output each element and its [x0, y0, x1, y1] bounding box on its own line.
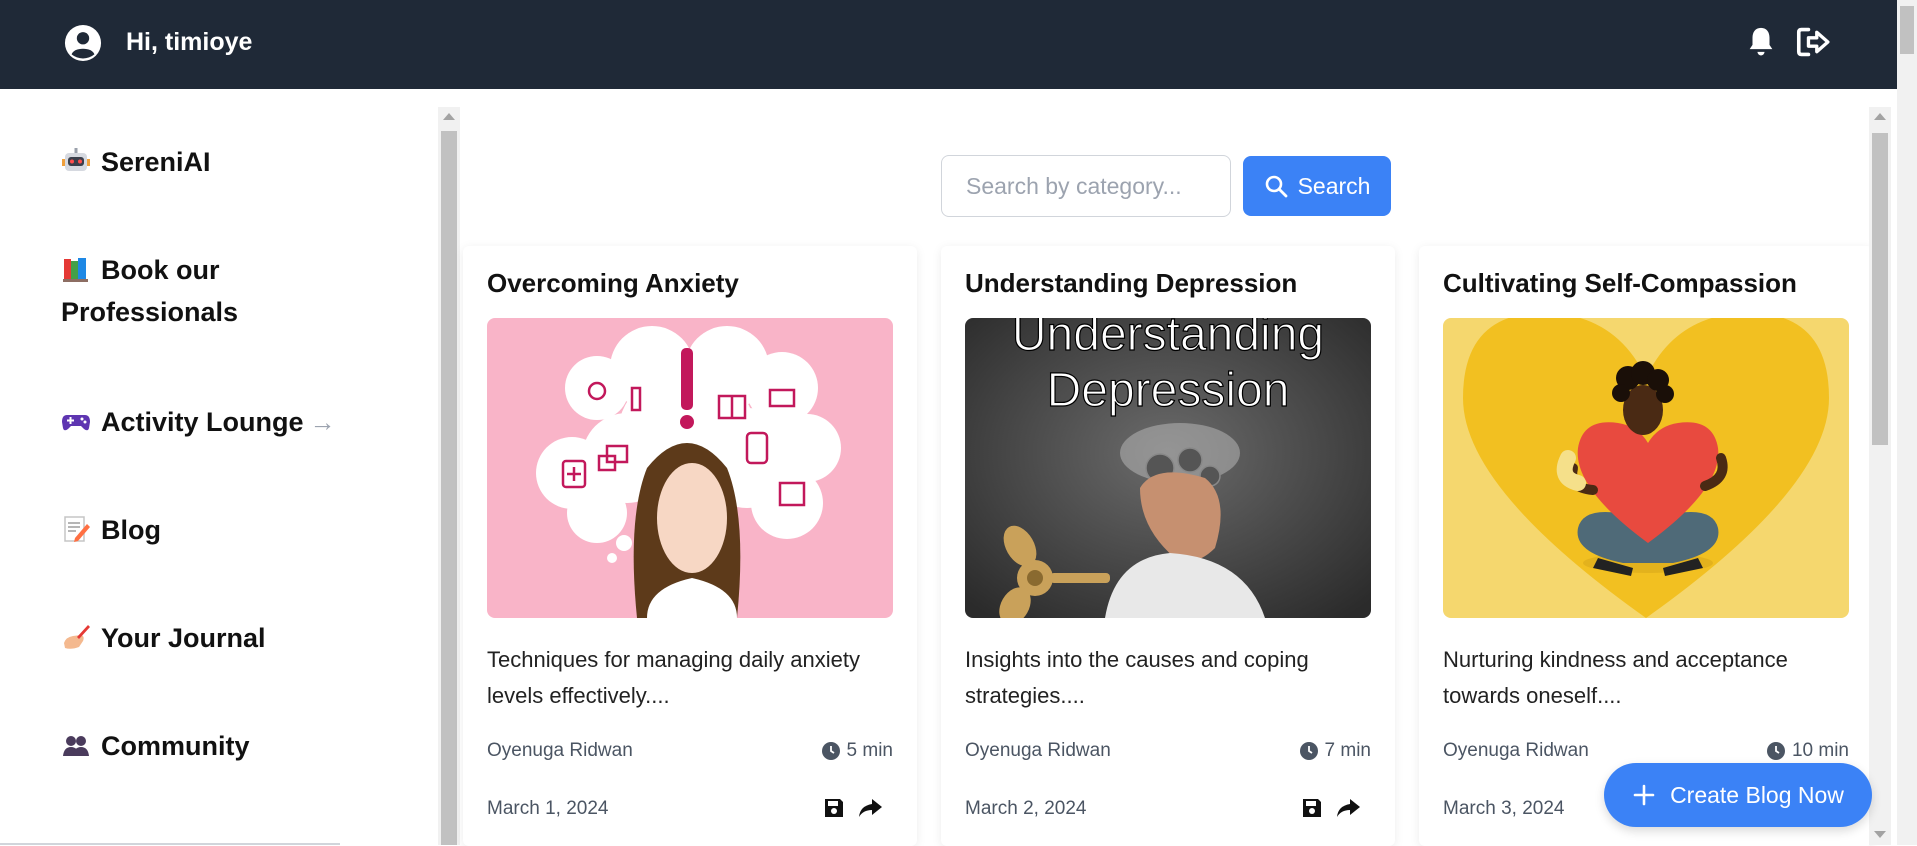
writing-hand-icon: [64, 625, 90, 649]
sidebar-item-label: Community: [101, 731, 250, 761]
clock-icon: [821, 742, 840, 760]
create-blog-button[interactable]: Create Blog Now: [1604, 763, 1872, 827]
sidebar-item-community[interactable]: Community: [61, 725, 250, 767]
blog-card[interactable]: Overcoming Anxiety Techniques for managi…: [463, 246, 917, 846]
card-author: Oyenuga Ridwan: [1443, 740, 1589, 761]
plus-icon: [1633, 784, 1655, 806]
card-date: March 3, 2024: [1443, 798, 1565, 819]
card-read-time: 10 min: [1766, 740, 1849, 762]
sidebar-item-sereniai[interactable]: SereniAI: [61, 141, 211, 183]
card-title: Understanding Depression: [965, 268, 1298, 298]
sidebar-item-label: Blog: [101, 515, 161, 545]
sidebar-item-blog[interactable]: Blog: [61, 509, 161, 551]
image-caption-line2: Depression: [1047, 364, 1290, 417]
sidebar-item-label: Your Journal: [101, 623, 266, 653]
image-caption-line1: Understanding: [1012, 318, 1324, 361]
card-actions: [821, 796, 883, 820]
card-read-time: 7 min: [1299, 740, 1371, 762]
window-scrollbar[interactable]: [1897, 0, 1917, 845]
sidebar: SereniAI Book our Professionals Activity…: [0, 89, 438, 845]
sidebar-item-label: SereniAI: [101, 147, 211, 177]
card-read-time: 5 min: [821, 740, 893, 762]
card-excerpt: Techniques for managing daily anxiety le…: [487, 647, 861, 708]
card-excerpt: Nurturing kindness and acceptance toward…: [1443, 647, 1788, 708]
read-time-text: 7 min: [1324, 740, 1371, 761]
logout-icon[interactable]: [1796, 25, 1832, 59]
save-icon[interactable]: [1299, 796, 1325, 820]
search-input[interactable]: [941, 155, 1231, 217]
save-icon[interactable]: [821, 796, 847, 820]
search-button-label: Search: [1297, 172, 1371, 199]
sidebar-item-label: Book our: [101, 255, 220, 285]
card-author: Oyenuga Ridwan: [487, 740, 633, 761]
content-scrollbar[interactable]: [1869, 107, 1891, 845]
clock-icon: [1299, 742, 1318, 760]
blog-card[interactable]: Cultivating Self-Compassion Nurturing ki…: [1419, 246, 1873, 846]
books-icon: [63, 258, 88, 282]
read-time-text: 5 min: [846, 740, 893, 761]
card-image-depression: Understanding Depression: [965, 318, 1371, 618]
sidebar-item-activity-lounge[interactable]: Activity Lounge →: [61, 401, 336, 443]
arrow-right-icon: →: [309, 407, 336, 437]
search-button[interactable]: Search: [1243, 156, 1391, 216]
top-bar: Hi, timioye: [0, 0, 1897, 89]
clock-icon: [1766, 742, 1785, 760]
people-icon: [63, 736, 89, 756]
memo-icon: [64, 516, 90, 542]
robot-icon: [62, 148, 90, 171]
card-image-self-compassion: [1443, 318, 1849, 618]
search-icon: [1265, 175, 1287, 198]
bell-icon[interactable]: [1744, 25, 1778, 59]
gamepad-icon: [62, 415, 90, 431]
card-image-anxiety: [487, 318, 893, 618]
card-date: March 2, 2024: [965, 798, 1087, 819]
card-date: March 1, 2024: [487, 798, 609, 819]
create-blog-label: Create Blog Now: [1670, 781, 1844, 808]
sidebar-item-label: Activity Lounge: [101, 407, 304, 437]
card-title: Cultivating Self-Compassion: [1443, 268, 1797, 298]
card-actions: [1299, 796, 1361, 820]
blog-card[interactable]: Understanding Depression Understanding D…: [941, 246, 1395, 846]
card-excerpt: Insights into the causes and coping stra…: [965, 647, 1309, 708]
card-author: Oyenuga Ridwan: [965, 740, 1111, 761]
share-icon[interactable]: [1335, 796, 1361, 820]
share-icon[interactable]: [857, 796, 883, 820]
greeting-text: Hi, timioye: [126, 28, 253, 56]
sidebar-item-your-journal[interactable]: Your Journal: [61, 617, 266, 659]
sidebar-scrollbar[interactable]: [438, 107, 460, 845]
sidebar-item-book-professionals[interactable]: Book our Professionals: [61, 249, 361, 333]
read-time-text: 10 min: [1791, 740, 1849, 761]
sidebar-item-label: Professionals: [61, 297, 239, 327]
card-title: Overcoming Anxiety: [487, 268, 739, 298]
user-avatar-icon[interactable]: [64, 24, 102, 62]
